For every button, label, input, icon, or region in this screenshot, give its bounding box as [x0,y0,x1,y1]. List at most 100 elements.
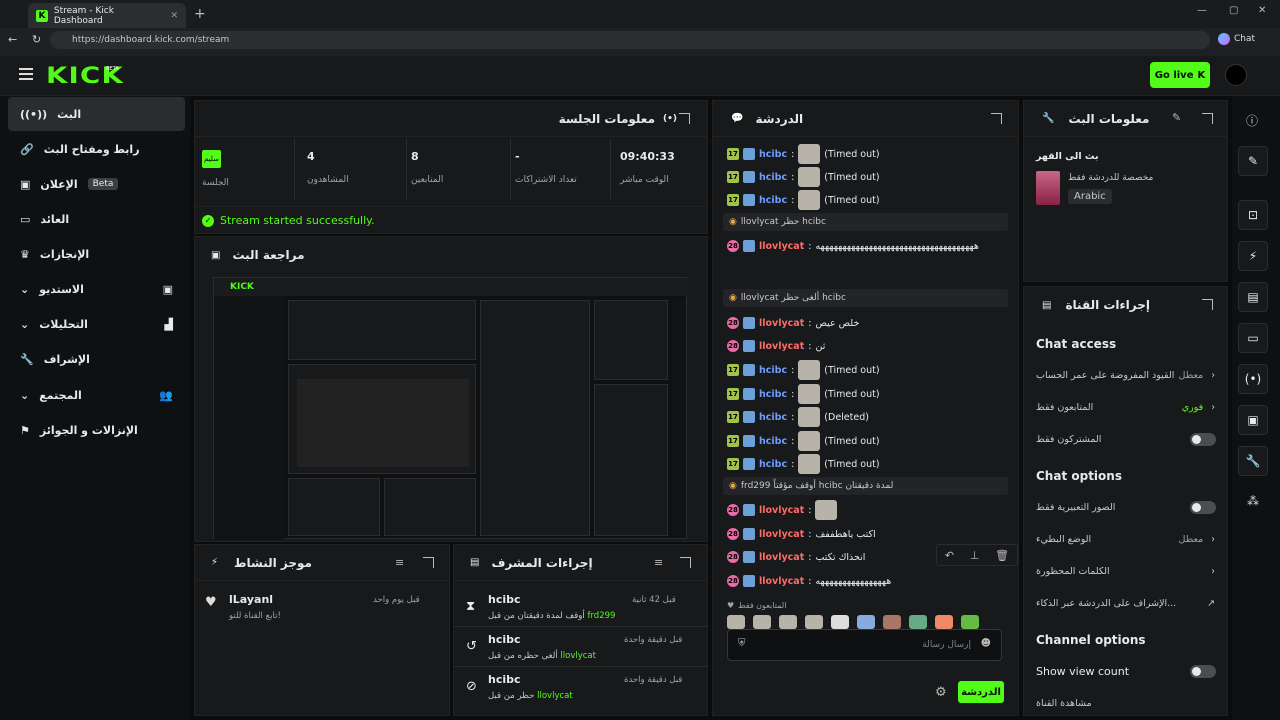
emote-icon[interactable] [779,615,797,629]
emote-icon[interactable] [935,615,953,629]
chat-message[interactable]: 28 llovlycat: هههههههههههههههههههههههههههه… [727,235,1006,257]
emote-icon[interactable] [727,615,745,629]
mod-target[interactable]: frd299 [587,611,615,621]
browser-tab[interactable]: K Stream - Kick Dashboard ✕ [28,3,186,28]
mod-action-row[interactable]: ⧗ hcibc قبل 42 ثانية أوقف لمدة دقيقتان م… [454,587,707,627]
chat-message[interactable]: 28 llovlycat: خلص عيص [727,312,1006,334]
popout-icon[interactable] [679,113,690,124]
emote-icon[interactable] [883,615,901,629]
chat-message[interactable]: 17 hcibc: (Timed out) [727,383,1006,405]
rail-chat-button[interactable]: ▭ [1238,323,1268,353]
emote-icon[interactable] [857,615,875,629]
chat-message[interactable]: 28 llovlycat: ههههههههههههههههه [727,570,1006,592]
rail-scan-button[interactable]: ⊡ [1238,200,1268,230]
setting-account-age[interactable]: القيود المفروضة على عمر الحساب معطل › [1036,365,1215,385]
sidebar-item-drops[interactable]: ⚑ الإنزالات و الجوائز [8,413,185,447]
chat-message[interactable]: 17 hcibc: (Timed out) [727,453,1006,475]
pin-icon[interactable]: ⊥ [970,549,980,562]
filter-icon[interactable]: ≡ [654,556,663,569]
sidebar-item-ads[interactable]: ▣ الإعلان Beta [8,167,185,201]
setting-followers-only[interactable]: المتابعون فقط فوري › [1036,397,1215,417]
popout-icon[interactable] [1202,299,1213,310]
sidebar-item-community[interactable]: ⌄ المجتمع 👥 [8,378,185,412]
sidebar-item-stream-key[interactable]: 🔗 رابط ومفتاح البث [8,132,185,166]
sidebar-item-stream[interactable]: ((•)) البث [8,97,185,131]
emote-icon[interactable] [831,615,849,629]
edit-pencil-icon[interactable]: ✎ [1172,111,1181,124]
sidebar-item-analytics[interactable]: ⌄ التحليلات ▟ [8,307,185,341]
chat-username[interactable]: llovlycat [759,505,804,516]
chat-message[interactable]: 28 llovlycat: ثن [727,335,1006,357]
maximize-icon[interactable]: ▢ [1229,5,1238,16]
sidebar-item-moderation[interactable]: 🔧 الإشراف [8,342,185,376]
chat-username[interactable]: hcibc [759,436,787,447]
rail-channel-button[interactable]: ▣ [1238,405,1268,435]
emote-icon[interactable] [753,615,771,629]
back-icon[interactable]: ← [8,33,17,46]
chat-username[interactable]: llovlycat [759,529,804,540]
chat-message[interactable]: 17 hcibc: (Timed out) [727,359,1006,381]
subscribers-only-toggle[interactable] [1190,433,1216,446]
more-icon[interactable]: ⁂ [1247,494,1259,508]
chat-username[interactable]: llovlycat [759,318,804,329]
emote-icon[interactable] [961,615,979,629]
popout-icon[interactable] [1202,113,1213,124]
sidebar-item-revenue[interactable]: ▭ العائد [8,202,185,236]
go-live-button[interactable]: Go live K [1150,62,1210,88]
rail-broadcast-button[interactable]: (•) [1238,364,1268,394]
rail-edit-button[interactable]: ✎ [1238,146,1268,176]
emotes-only-toggle[interactable] [1190,501,1216,514]
rail-bolt-button[interactable]: ⚡ [1238,241,1268,271]
chat-message[interactable]: 17 hcibc: (Timed out) [727,166,1006,188]
info-icon[interactable]: ⓘ [1246,112,1258,129]
user-avatar[interactable] [1225,64,1247,86]
new-tab-icon[interactable]: + [194,6,206,22]
emoji-icon[interactable]: ☻ [981,638,991,649]
chat-username[interactable]: llovlycat [759,241,804,252]
emote-icon[interactable] [805,615,823,629]
close-window-icon[interactable]: ✕ [1258,5,1266,16]
chat-message[interactable]: 17 hcibc: (Timed out) [727,430,1006,452]
chat-input[interactable]: إرسال رسالة ⛨ ☻ [727,629,1002,661]
mod-action-row[interactable]: ↺ hcibc قبل دقيقة واحدة ألغى حظره من قبل… [454,627,707,667]
chat-username[interactable]: hcibc [759,412,787,423]
chat-username[interactable]: llovlycat [759,341,804,352]
close-tab-icon[interactable]: ✕ [170,11,178,21]
mod-action-row[interactable]: ⊘ hcibc قبل دقيقة واحدة حظر من قبل llovl… [454,667,707,707]
rail-wrench-button[interactable]: 🔧 [1238,446,1268,476]
chat-username[interactable]: hcibc [759,149,787,160]
activity-user[interactable]: lLayanl [229,593,273,606]
setting-ai-moderation[interactable]: الإشراف على الدردشة عبر الذكاء... ↗ [1036,593,1215,613]
chat-message[interactable]: 28 llovlycat: اكتب ياهطففف [727,523,1006,545]
rail-document-button[interactable]: ▤ [1238,282,1268,312]
reload-icon[interactable]: ↻ [32,33,41,46]
chat-username[interactable]: llovlycat [759,576,804,587]
chat-username[interactable]: hcibc [759,195,787,206]
popout-icon[interactable] [991,113,1002,124]
chat-message[interactable]: 17 hcibc: (Timed out) [727,189,1006,211]
stream-preview-video[interactable]: KICK [213,277,688,540]
chat-username[interactable]: hcibc [759,389,787,400]
chat-username[interactable]: hcibc [759,459,787,470]
setting-banned-words[interactable]: الكلمات المحظورة › [1036,561,1215,581]
chat-message[interactable]: 17 hcibc: (Timed out) [727,143,1006,165]
chat-extension-button[interactable]: Chat [1218,33,1255,45]
trash-icon[interactable]: 🗑 [995,549,1009,562]
chat-message[interactable]: 28 llovlycat: [727,499,1006,521]
mod-target[interactable]: llovlycat [537,691,573,701]
popout-icon[interactable] [680,557,691,568]
chat-send-button[interactable]: الدردشة [958,681,1004,703]
address-bar[interactable]: https://dashboard.kick.com/stream [50,31,1210,49]
category-name[interactable]: مخصصة للدردشة فقط [1068,173,1153,183]
mod-target[interactable]: llovlycat [560,651,596,661]
undo-icon[interactable]: ↶ [945,549,954,562]
filter-icon[interactable]: ≡ [395,556,404,569]
setting-slow-mode[interactable]: الوضع البطيء معطل › [1036,529,1215,549]
minimize-icon[interactable]: — [1197,5,1207,16]
emote-icon[interactable] [909,615,927,629]
sidebar-item-studio[interactable]: ⌄ الاستديو ▣ [8,272,185,306]
chat-message[interactable]: 17 hcibc: (Deleted) [727,406,1006,428]
sidebar-item-achievements[interactable]: ♛ الإنجازات [8,237,185,271]
chat-username[interactable]: llovlycat [759,552,804,563]
chat-username[interactable]: hcibc [759,172,787,183]
